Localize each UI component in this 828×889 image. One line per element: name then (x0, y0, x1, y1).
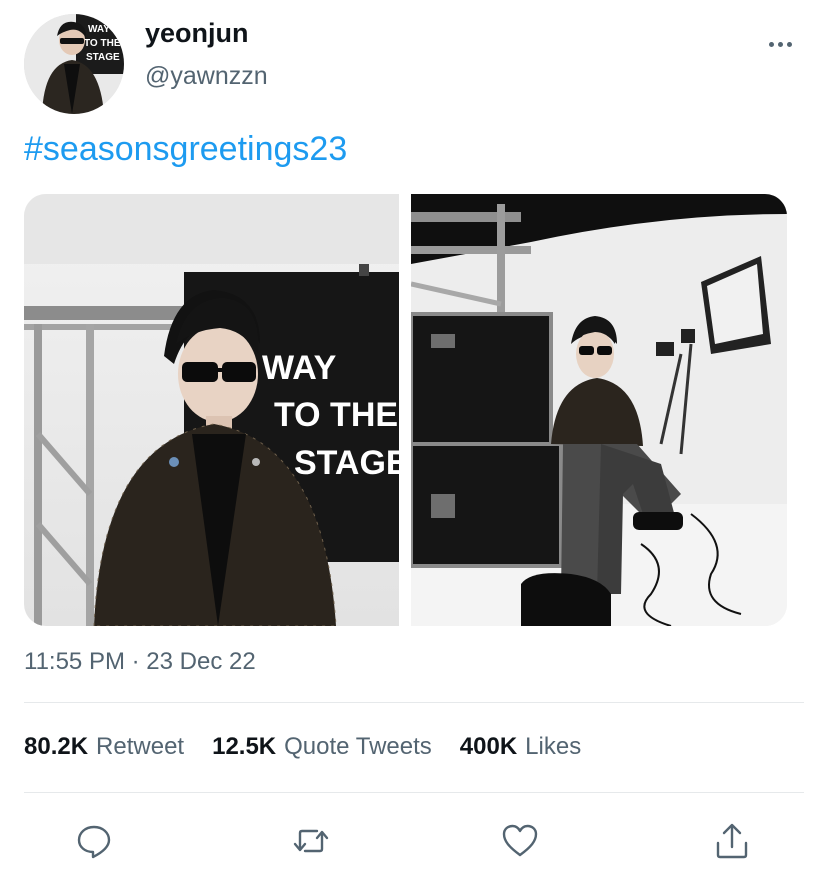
tweet-header: WAY TO THE STAGE yeonjun @yawnzzn (24, 14, 804, 114)
display-name[interactable]: yeonjun (145, 18, 249, 49)
svg-text:STAGE: STAGE (86, 52, 120, 63)
reply-icon[interactable] (74, 821, 114, 861)
media-grid: WAY TO THE STAGE (24, 194, 787, 626)
likes-stat[interactable]: 400K Likes (460, 733, 581, 761)
like-icon[interactable] (500, 821, 540, 861)
divider (24, 702, 804, 703)
likes-count: 400K (459, 733, 518, 760)
svg-text:WAY: WAY (262, 349, 337, 387)
svg-text:TO THE: TO THE (84, 38, 121, 49)
quotes-count: 12.5K (212, 733, 277, 760)
retweets-count: 80.2K (24, 733, 89, 760)
svg-text:STAGE: STAGE (294, 444, 399, 482)
avatar[interactable]: WAY TO THE STAGE (24, 14, 124, 114)
photo-right[interactable] (411, 194, 787, 626)
share-icon[interactable] (712, 821, 752, 861)
svg-text:TO THE: TO THE (274, 396, 398, 434)
more-options-icon[interactable] (760, 34, 800, 54)
svg-text:WAY: WAY (88, 24, 110, 35)
retweets-stat[interactable]: 80.2K Retweet (24, 733, 184, 761)
likes-label: Likes (525, 733, 582, 760)
tweet-stats: 80.2K Retweet 12.5K Quote Tweets 400K Likes (24, 733, 581, 761)
quotes-label: Quote Tweets (284, 733, 432, 760)
tweet-timestamp[interactable]: 11:55 PM · 23 Dec 22 (24, 648, 256, 676)
retweets-label: Retweet (96, 733, 185, 760)
tweet-text: #seasonsgreetings23 (24, 130, 347, 169)
divider (24, 792, 804, 793)
photo-left[interactable]: WAY TO THE STAGE (24, 194, 399, 626)
action-bar (0, 815, 828, 865)
quotes-stat[interactable]: 12.5K Quote Tweets (212, 733, 432, 761)
user-handle[interactable]: @yawnzzn (145, 62, 268, 91)
retweet-icon[interactable] (291, 821, 331, 861)
hashtag-link[interactable]: #seasonsgreetings23 (24, 130, 347, 168)
